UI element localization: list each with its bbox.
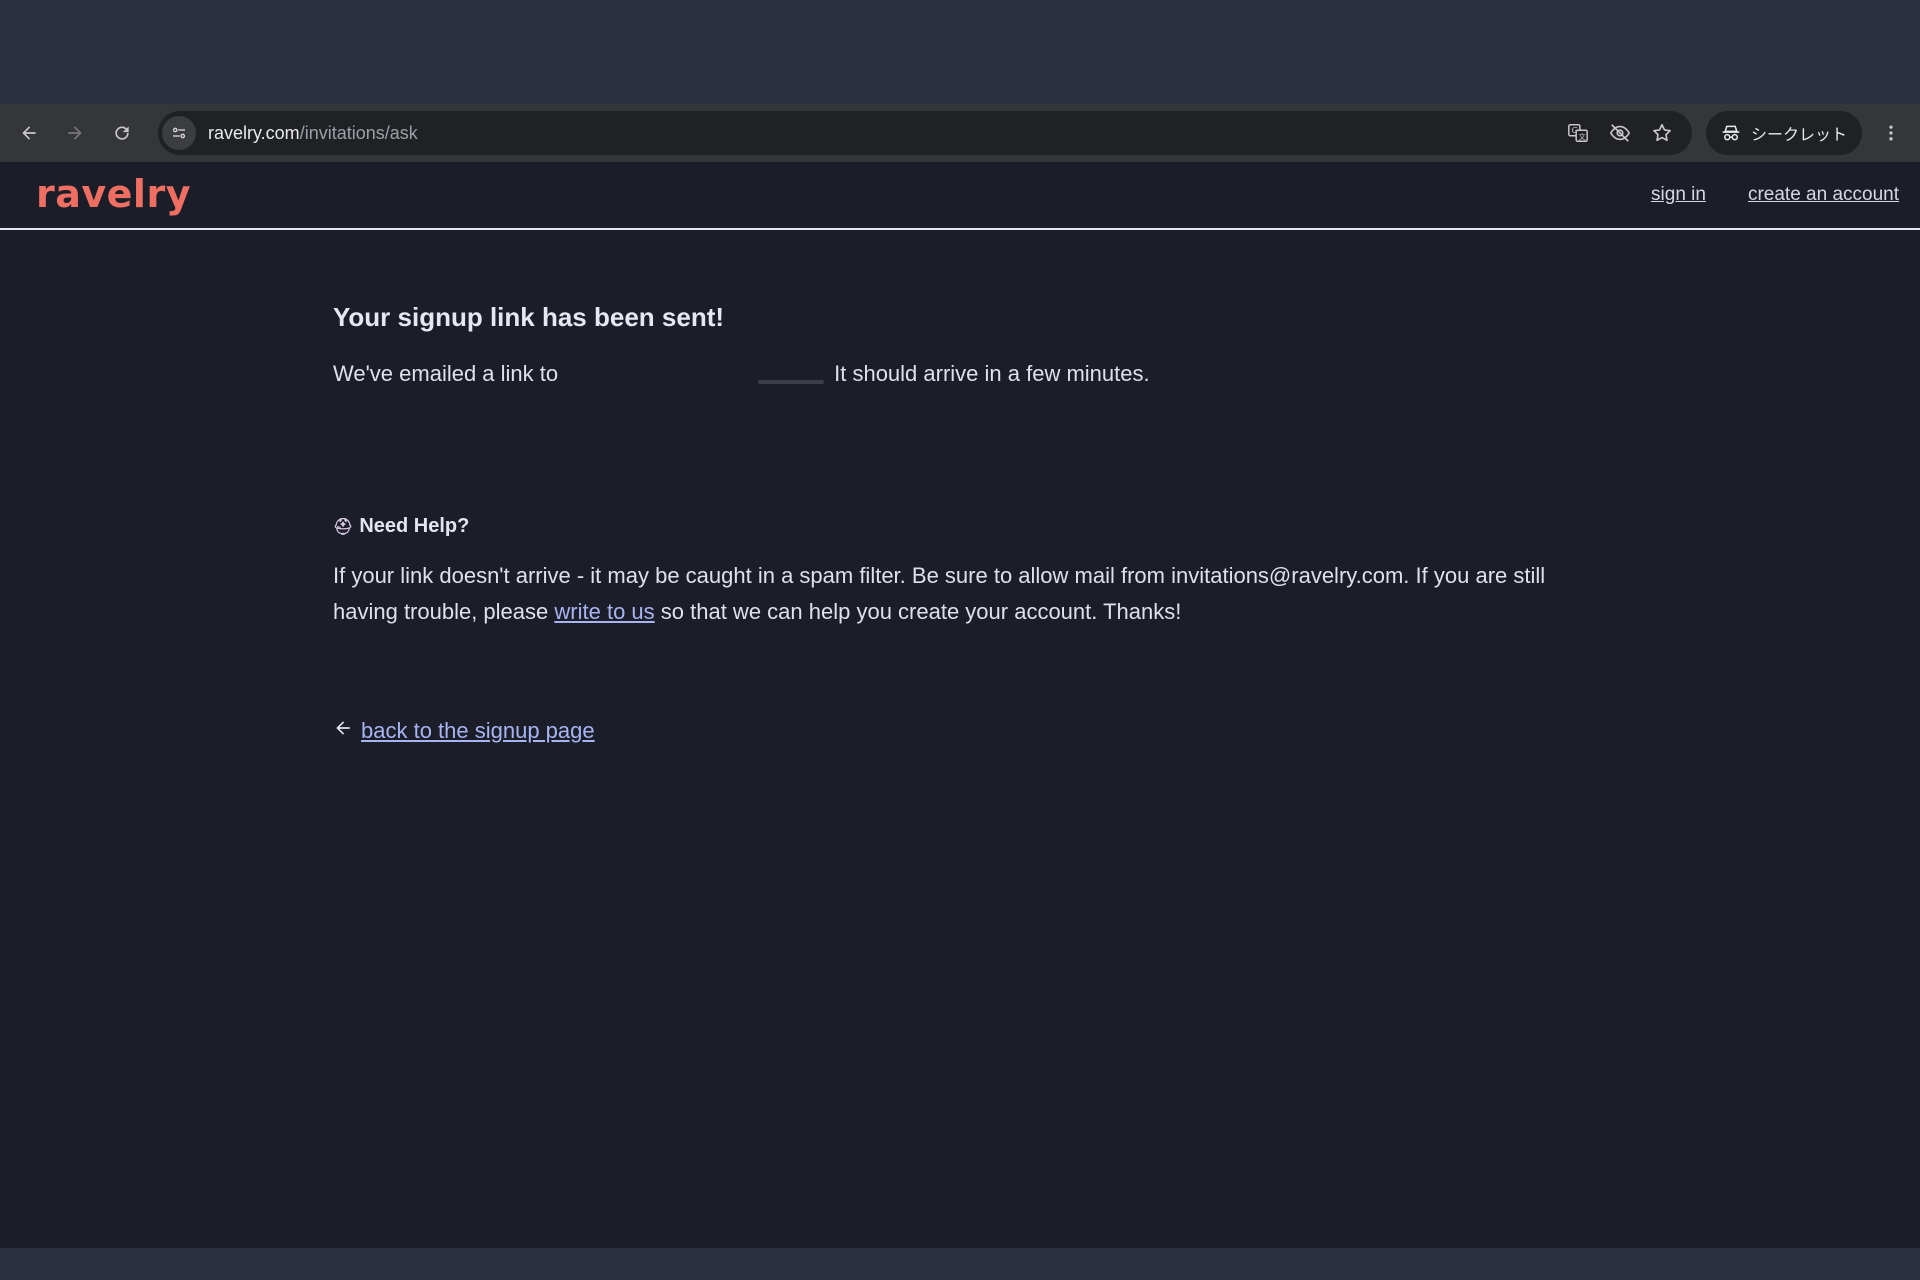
- browser-menu-button[interactable]: [1876, 118, 1906, 148]
- translate-icon[interactable]: G文: [1566, 121, 1590, 145]
- redacted-email: [562, 362, 831, 386]
- web-page: ravelry sign in create an account Your s…: [0, 162, 1920, 1248]
- site-info-icon: [172, 127, 186, 139]
- ravelry-logo[interactable]: ravelry: [36, 172, 191, 216]
- sent-suffix: It should arrive in a few minutes.: [834, 361, 1150, 386]
- reload-icon: [115, 126, 129, 140]
- help-title-text: Need Help?: [359, 515, 470, 537]
- window-bottom-band: [0, 1248, 1920, 1280]
- address-bar[interactable]: ravelry.com/invitations/ask G文: [158, 111, 1692, 155]
- bookmark-star-icon[interactable]: [1650, 121, 1674, 145]
- sign-in-link[interactable]: sign in: [1651, 184, 1706, 206]
- browser-toolbar: ravelry.com/invitations/ask G文 シークレット: [0, 104, 1920, 162]
- sent-prefix: We've emailed a link to: [333, 361, 559, 386]
- forward-button[interactable]: [60, 118, 90, 148]
- url-text[interactable]: ravelry.com/invitations/ask: [208, 123, 418, 144]
- svg-text:文: 文: [1578, 132, 1586, 141]
- back-button[interactable]: [14, 118, 44, 148]
- incognito-label: シークレット: [1750, 125, 1847, 144]
- incognito-icon: [1722, 125, 1740, 141]
- help-icon: ⛑: [333, 518, 354, 536]
- more-vert-icon: [1889, 125, 1893, 141]
- reload-button[interactable]: [107, 118, 137, 148]
- main-content: Your signup link has been sent! We've em…: [333, 302, 1593, 744]
- arrow-left-icon: [333, 718, 353, 744]
- back-icon: [22, 126, 36, 140]
- back-to-signup-link[interactable]: back to the signup page: [361, 718, 595, 744]
- help-text-end: so that we can help you create your acco…: [660, 599, 1182, 624]
- sent-message: We've emailed a link to It should arrive…: [333, 361, 1593, 387]
- help-paragraph: If your link doesn't arrive - it may be …: [333, 558, 1593, 630]
- header-nav: sign in create an account: [1651, 184, 1899, 206]
- forward-icon: [68, 126, 82, 140]
- url-path: /invitations/ask: [299, 122, 418, 143]
- site-header: ravelry sign in create an account: [0, 162, 1920, 230]
- create-account-link[interactable]: create an account: [1748, 184, 1899, 206]
- help-heading: ⛑ Need Help?: [333, 515, 1593, 538]
- back-to-signup: back to the signup page: [333, 718, 1593, 744]
- page-title: Your signup link has been sent!: [333, 302, 725, 332]
- eye-off-icon[interactable]: [1608, 121, 1632, 145]
- write-to-us-link[interactable]: write to us: [554, 599, 654, 624]
- window-top-band: [0, 0, 1920, 104]
- url-host: ravelry.com: [208, 122, 300, 143]
- site-info-button[interactable]: [162, 116, 196, 150]
- incognito-indicator[interactable]: シークレット: [1706, 111, 1862, 155]
